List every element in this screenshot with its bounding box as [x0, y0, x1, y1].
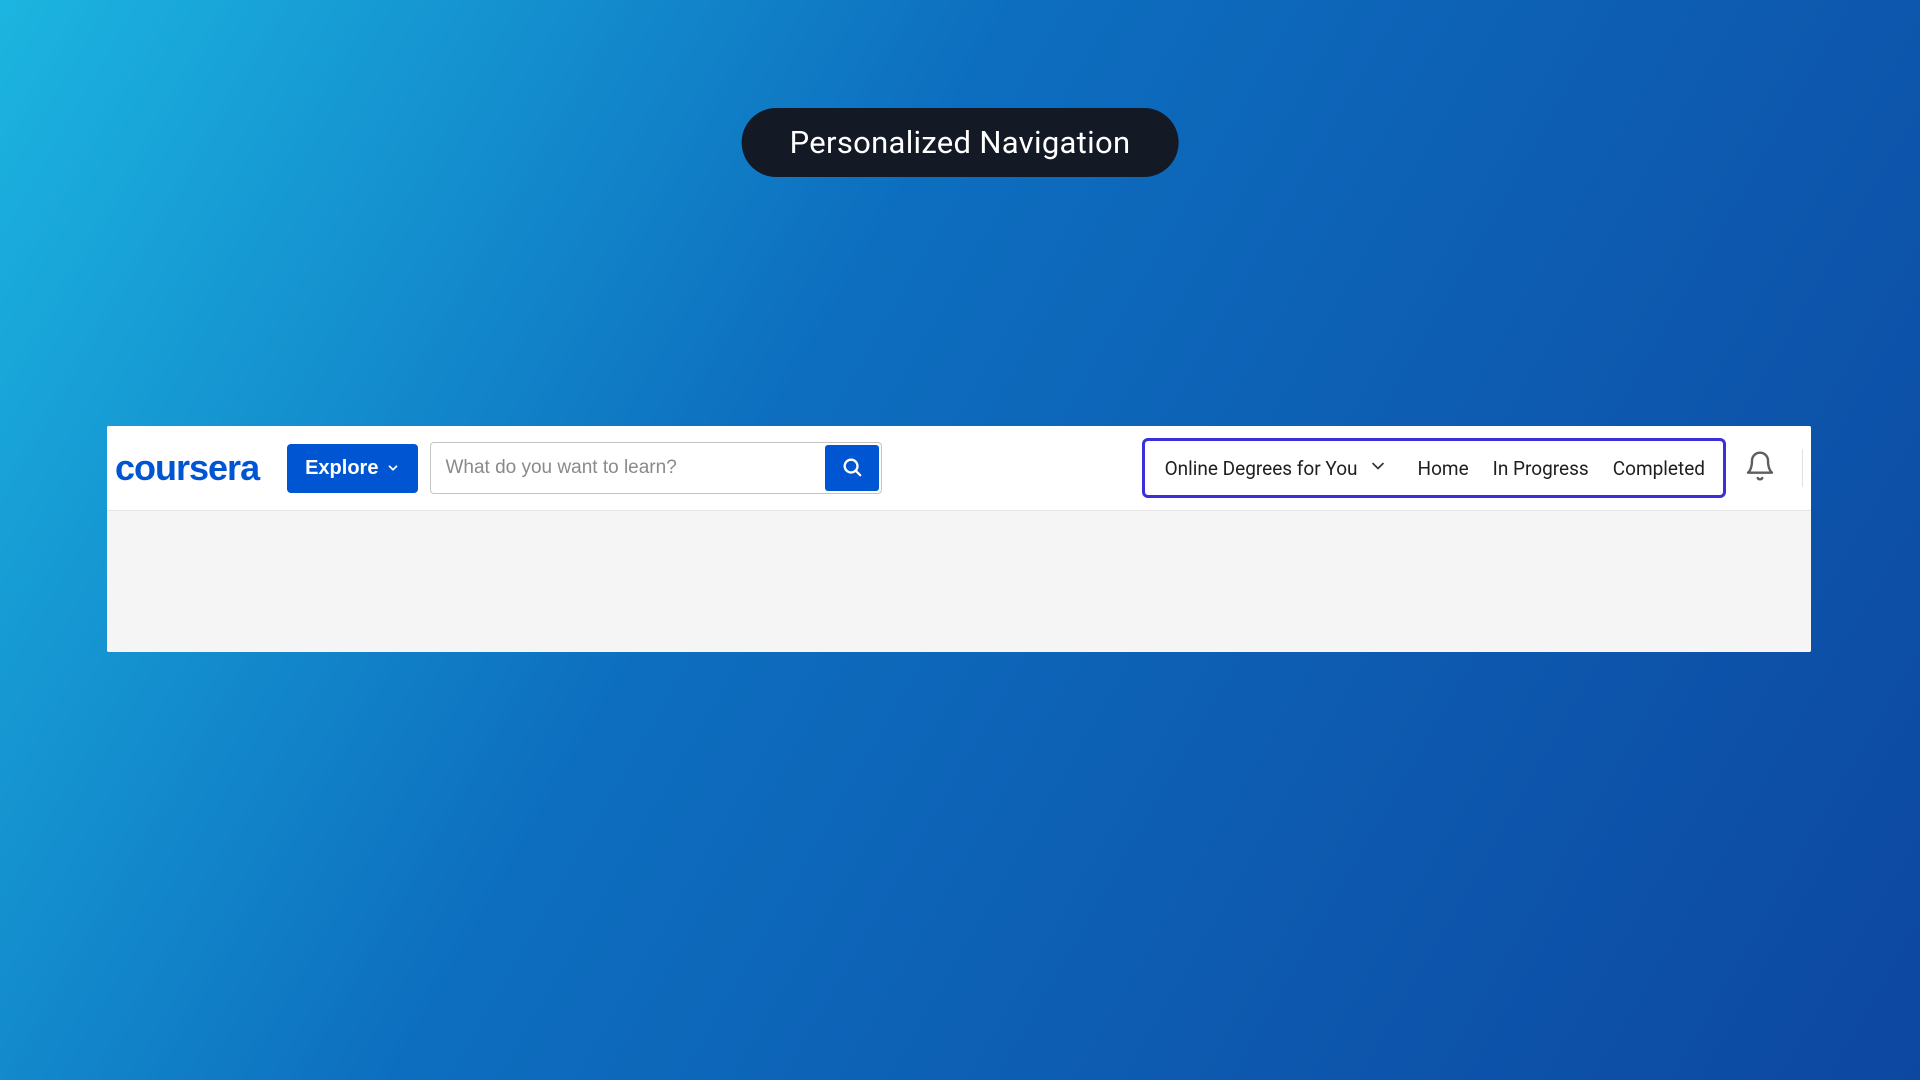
search-button[interactable]: [825, 445, 879, 491]
search-icon: [841, 456, 863, 481]
search-box: [430, 442, 882, 494]
chevron-down-icon: [386, 461, 400, 475]
chevron-down-icon: [1368, 456, 1388, 481]
personalized-nav-group: Online Degrees for You Home In Progress …: [1142, 438, 1726, 498]
bell-icon: [1744, 450, 1776, 486]
navbar: coursera Explore Online Degrees for You: [107, 426, 1811, 511]
online-degrees-label: Online Degrees for You: [1165, 457, 1358, 480]
browser-panel: coursera Explore Online Degrees for You: [107, 426, 1811, 652]
page-title-pill: Personalized Navigation: [742, 108, 1179, 177]
nav-link-in-progress[interactable]: In Progress: [1493, 457, 1589, 480]
content-area: [107, 511, 1811, 652]
explore-button-label: Explore: [305, 457, 378, 480]
online-degrees-dropdown[interactable]: Online Degrees for You: [1165, 456, 1388, 481]
explore-button[interactable]: Explore: [287, 444, 418, 493]
search-input[interactable]: [431, 443, 823, 493]
divider: [1802, 449, 1803, 487]
nav-link-completed[interactable]: Completed: [1613, 457, 1705, 480]
coursera-logo[interactable]: coursera: [115, 447, 259, 489]
notifications-button[interactable]: [1744, 450, 1776, 486]
nav-link-home[interactable]: Home: [1418, 457, 1469, 480]
